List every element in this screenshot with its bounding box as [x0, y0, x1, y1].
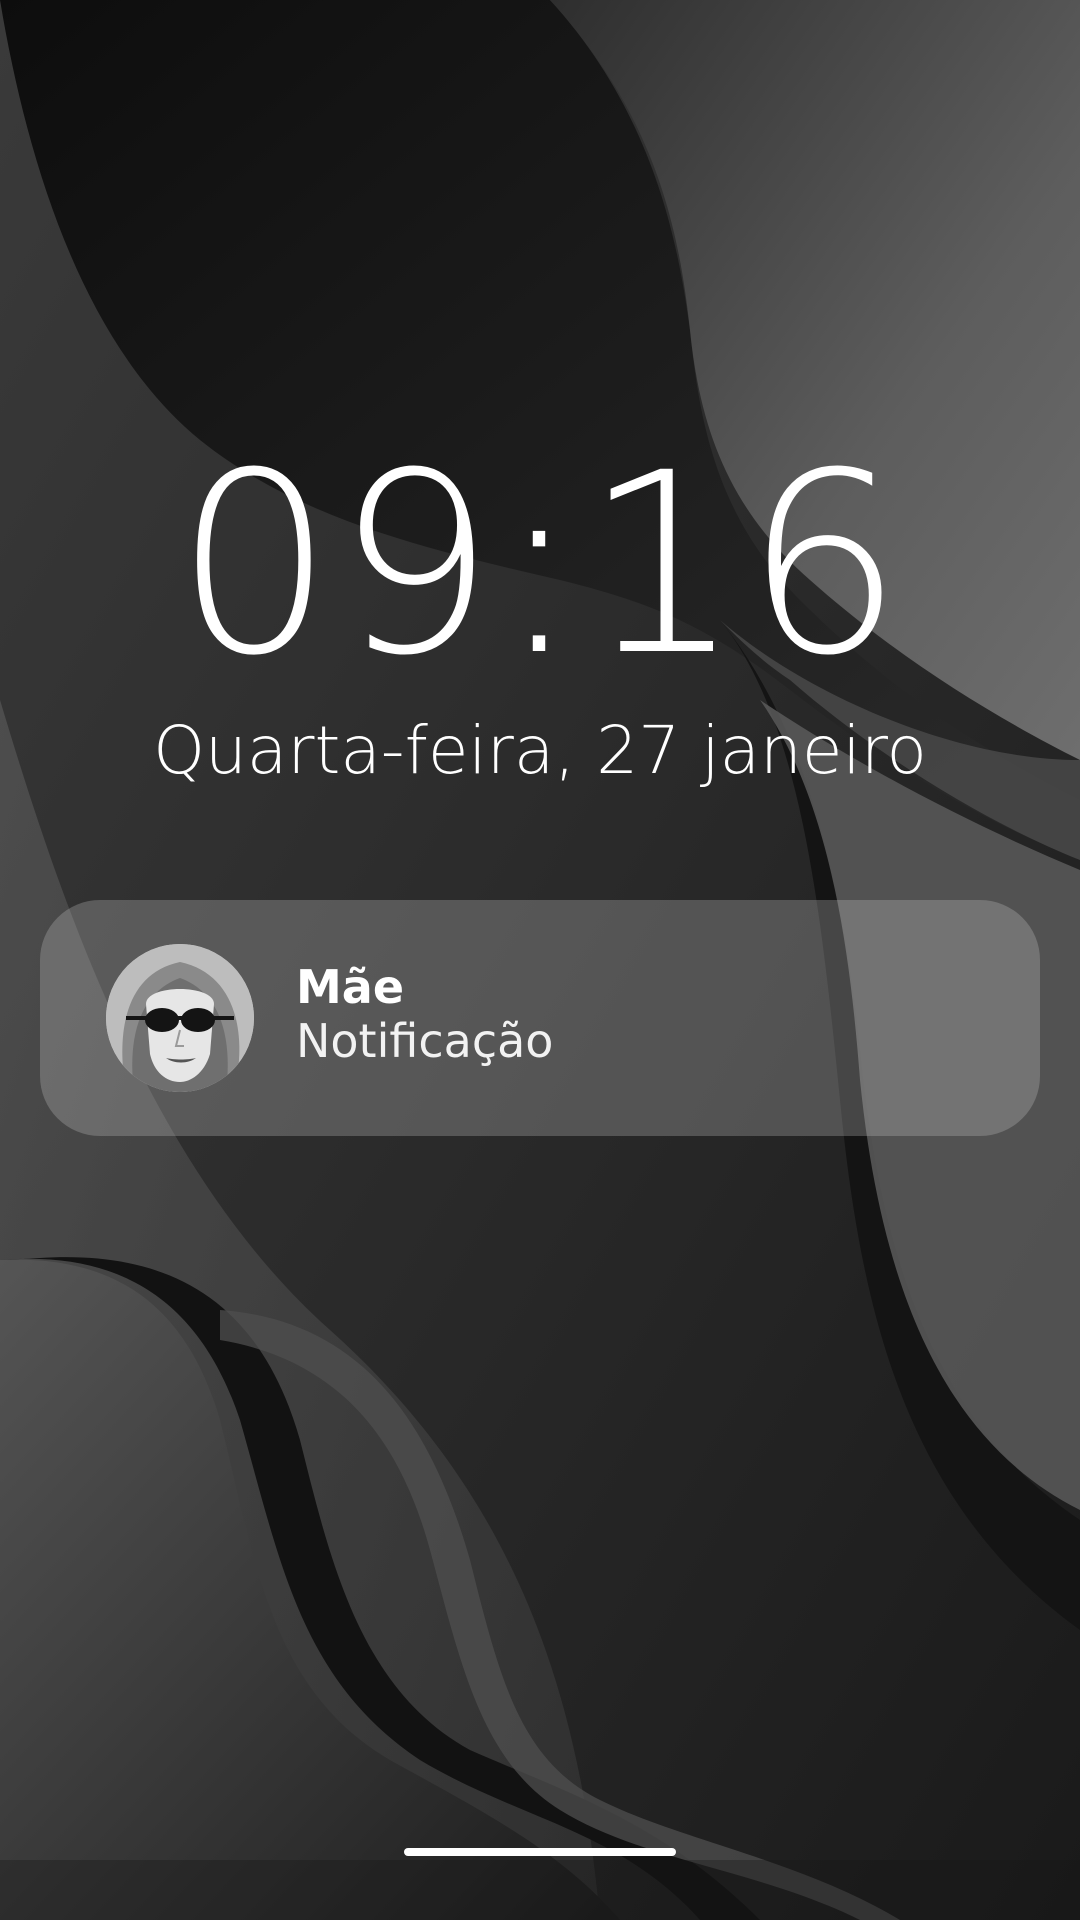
avatar: [106, 944, 254, 1092]
lock-screen: 09:16 Quarta-feira, 27 janeiro Mãe Notif…: [0, 0, 1080, 1920]
notification-card[interactable]: Mãe Notificação: [40, 900, 1040, 1136]
date-label: Quarta-feira, 27 janeiro: [153, 712, 927, 789]
notification-body: Notificação: [296, 1014, 554, 1068]
notification-title: Mãe: [296, 960, 405, 1014]
avatar-photo-icon: [106, 944, 254, 1092]
clock-time: 09:16: [174, 419, 906, 710]
home-indicator[interactable]: [404, 1848, 676, 1856]
